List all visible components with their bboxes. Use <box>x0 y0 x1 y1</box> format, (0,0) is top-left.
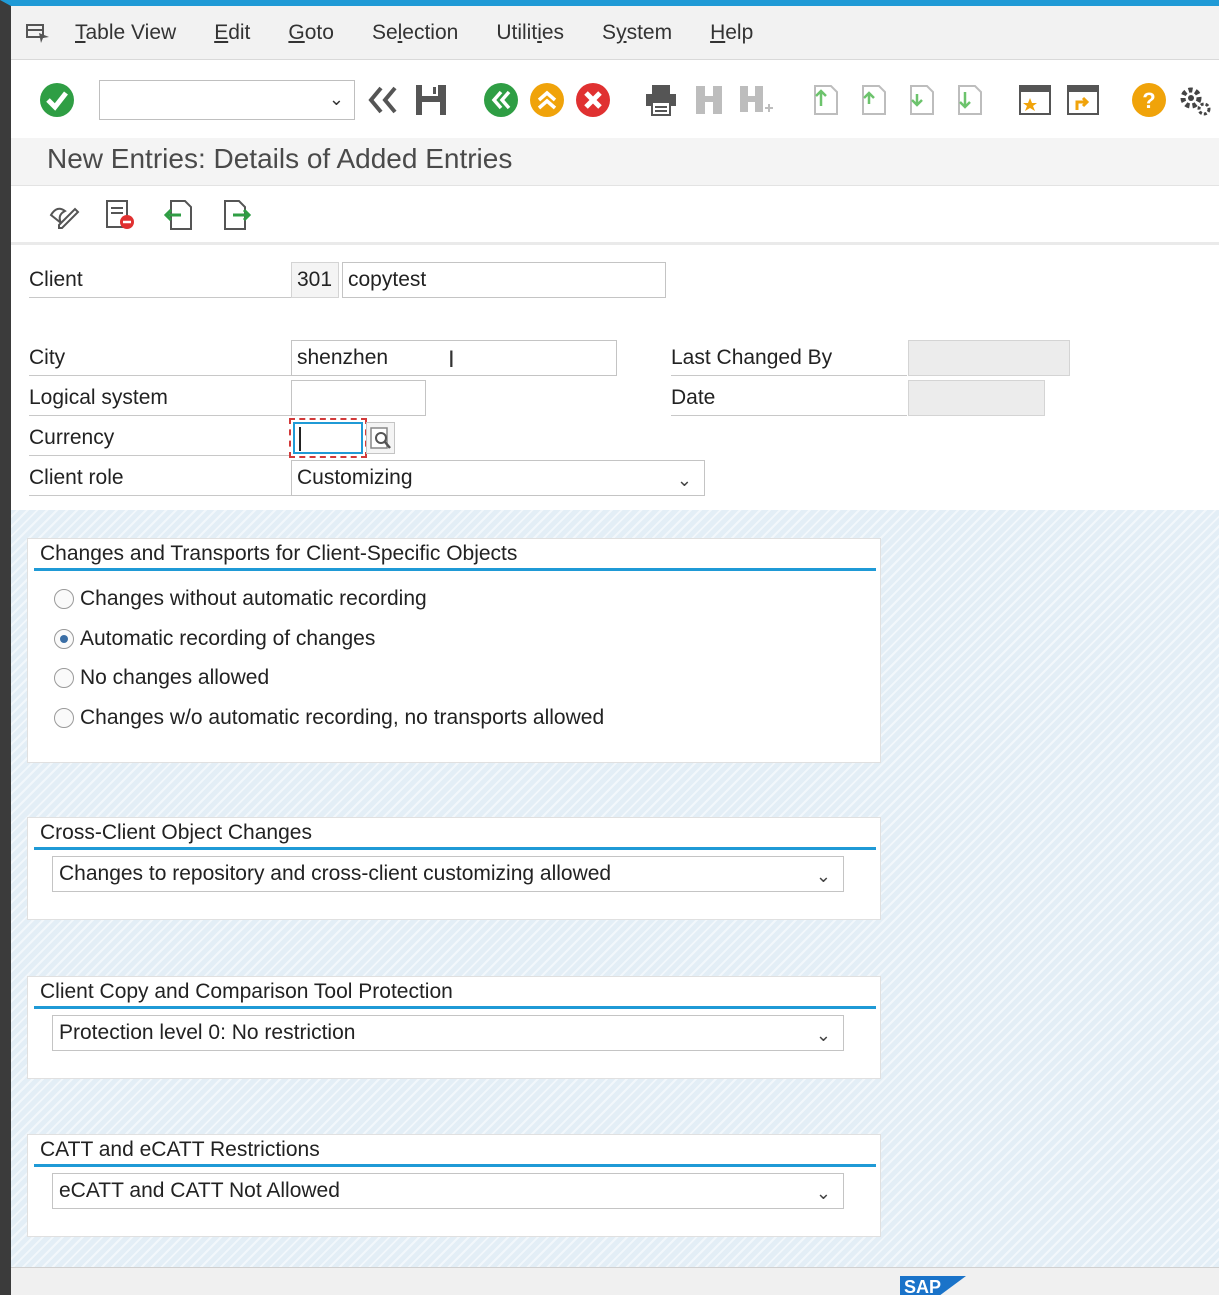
last-changed-by-field <box>908 340 1070 376</box>
back-icon[interactable] <box>483 82 519 118</box>
chevron-down-icon[interactable]: ⌄ <box>816 1176 831 1210</box>
new-session-icon[interactable] <box>1017 82 1053 118</box>
currency-field[interactable] <box>289 418 367 458</box>
menu-utilities[interactable]: Utilities <box>496 21 564 45</box>
settings-icon[interactable] <box>1177 82 1213 118</box>
chevron-down-icon[interactable]: ⌄ <box>816 1018 831 1052</box>
client-copy-protection-group: Client Copy and Comparison Tool Protecti… <box>27 976 881 1079</box>
logical-system-label: Logical system <box>29 380 291 416</box>
protection-level-select[interactable]: Protection level 0: No restriction ⌄ <box>52 1015 844 1051</box>
exit-icon[interactable] <box>529 82 565 118</box>
date-label: Date <box>671 380 907 416</box>
value-help-icon[interactable] <box>366 422 395 454</box>
previous-entry-icon[interactable] <box>161 197 197 233</box>
client-label: Client <box>29 262 291 298</box>
cancel-icon[interactable] <box>575 82 611 118</box>
radio-option-no-changes[interactable]: No changes allowed <box>54 663 269 693</box>
sap-logo: SAP <box>900 1276 966 1295</box>
radio-label: Automatic recording of changes <box>80 627 376 650</box>
cross-client-value: Changes to repository and cross-client c… <box>59 862 612 885</box>
group-title: Changes and Transports for Client-Specif… <box>34 539 876 571</box>
chevron-down-icon[interactable]: ⌄ <box>816 859 831 893</box>
menu-system[interactable]: System <box>602 21 672 45</box>
shortcut-icon[interactable] <box>1065 82 1101 118</box>
radio-button-selected[interactable] <box>54 629 74 649</box>
catt-restrictions-value: eCATT and CATT Not Allowed <box>59 1179 340 1202</box>
text-caret <box>299 427 301 451</box>
back-arrows-icon[interactable] <box>365 82 401 118</box>
radio-option-automatic-recording[interactable]: Automatic recording of changes <box>54 624 375 654</box>
menu-icon[interactable] <box>25 23 53 43</box>
currency-label: Currency <box>29 420 291 456</box>
application-toolbar <box>11 187 1219 245</box>
radio-button[interactable] <box>54 708 74 728</box>
status-bar: SAP <box>11 1267 1219 1295</box>
chevron-down-icon[interactable]: ⌄ <box>329 89 344 110</box>
group-title: Client Copy and Comparison Tool Protecti… <box>34 977 876 1009</box>
title-bar: New Entries: Details of Added Entries <box>11 138 1219 186</box>
catt-restrictions-group: CATT and eCATT Restrictions eCATT and CA… <box>27 1134 881 1237</box>
client-number-field: 301 <box>291 262 339 298</box>
changes-transports-group: Changes and Transports for Client-Specif… <box>27 538 881 763</box>
group-title: Cross-Client Object Changes <box>34 818 876 850</box>
enter-icon[interactable] <box>39 82 75 118</box>
protection-level-value: Protection level 0: No restriction <box>59 1021 356 1044</box>
radio-label: Changes w/o automatic recording, no tran… <box>80 706 605 729</box>
radio-option-no-recording[interactable]: Changes without automatic recording <box>54 584 427 614</box>
save-icon[interactable] <box>413 82 449 118</box>
client-role-select[interactable]: Customizing ⌄ <box>291 460 705 496</box>
next-page-icon[interactable] <box>903 82 939 118</box>
last-changed-by-label: Last Changed By <box>671 340 907 376</box>
find-next-icon[interactable] <box>737 82 773 118</box>
client-name-field[interactable]: copytest <box>342 262 666 298</box>
city-field[interactable]: shenzhen I <box>291 340 617 376</box>
delete-entry-icon[interactable] <box>103 197 139 233</box>
currency-input-box <box>293 422 363 454</box>
print-icon[interactable] <box>643 82 679 118</box>
date-field <box>908 380 1045 416</box>
chevron-down-icon[interactable]: ⌄ <box>677 463 692 497</box>
radio-label: No changes allowed <box>80 666 270 689</box>
help-icon[interactable]: ? <box>1131 82 1167 118</box>
cross-client-select[interactable]: Changes to repository and cross-client c… <box>52 856 844 892</box>
client-role-label: Client role <box>29 460 291 496</box>
menu-table-view[interactable]: Table View <box>75 21 176 45</box>
cross-client-group: Cross-Client Object Changes Changes to r… <box>27 817 881 920</box>
logical-system-field[interactable] <box>291 380 426 416</box>
client-role-value: Customizing <box>297 466 413 489</box>
find-icon[interactable] <box>691 82 727 118</box>
text-cursor-icon: I <box>448 346 455 373</box>
group-title: CATT and eCATT Restrictions <box>34 1135 876 1167</box>
display-change-icon[interactable] <box>45 197 81 233</box>
radio-button[interactable] <box>54 589 74 609</box>
system-toolbar: ⌄ ? <box>11 62 1219 138</box>
content-area: Client 301 copytest City shenzhen I Last… <box>11 248 1219 1267</box>
radio-label: Changes without automatic recording <box>80 587 427 610</box>
last-page-icon[interactable] <box>951 82 987 118</box>
city-label: City <box>29 340 291 376</box>
menu-goto[interactable]: Goto <box>288 21 334 45</box>
menu-bar: Table View Edit Goto Selection Utilities… <box>11 6 1219 60</box>
menu-selection[interactable]: Selection <box>372 21 458 45</box>
city-field-value: shenzhen <box>297 346 389 369</box>
catt-restrictions-select[interactable]: eCATT and CATT Not Allowed ⌄ <box>52 1173 844 1209</box>
menu-edit[interactable]: Edit <box>214 21 250 45</box>
radio-option-no-transports[interactable]: Changes w/o automatic recording, no tran… <box>54 703 604 733</box>
command-field[interactable]: ⌄ <box>99 80 355 120</box>
first-page-icon[interactable] <box>807 82 843 118</box>
svg-text:?: ? <box>1142 88 1155 113</box>
next-entry-icon[interactable] <box>219 197 255 233</box>
radio-button[interactable] <box>54 668 74 688</box>
page-title: New Entries: Details of Added Entries <box>47 143 513 174</box>
menu-help[interactable]: Help <box>710 21 753 45</box>
previous-page-icon[interactable] <box>855 82 891 118</box>
header-form: Client 301 copytest City shenzhen I Last… <box>11 248 1219 510</box>
